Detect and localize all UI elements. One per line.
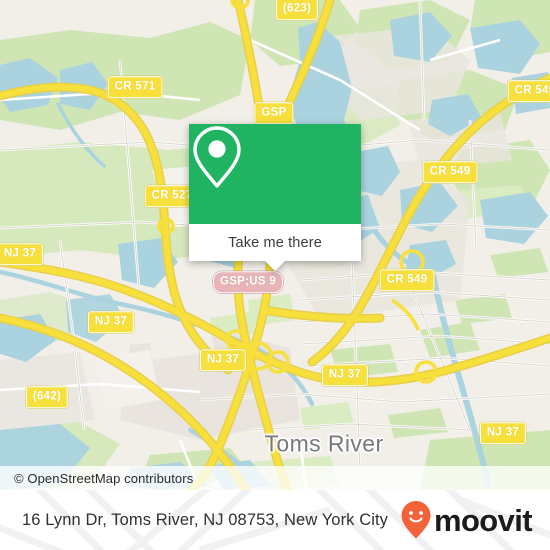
moovit-wordmark: moovit [433,502,533,538]
destination-popup-card[interactable]: Take me there [189,124,361,271]
road-shield-label: NJ 37 [321,364,369,386]
footer-bar: 16 Lynn Dr, Toms River, NJ 08753, New Yo… [0,490,550,550]
footer-content: 16 Lynn Dr, Toms River, NJ 08753, New Yo… [0,490,550,550]
road-shield-label: NJ 37 [0,243,44,265]
popup-action-row[interactable]: Take me there [189,224,361,271]
road-shield-label: (642) [25,386,69,408]
road-shield-label: CR 549 [422,161,478,183]
road-shield-label: (623) [275,0,319,20]
city-label: Toms River [264,430,384,457]
moovit-pin-smile-icon [401,501,431,539]
map-pin-icon [193,126,241,188]
popup-header [189,124,361,224]
osm-attribution-text: © OpenStreetMap contributors [14,470,194,486]
road-shield-label: CR 571 [107,76,163,98]
road-shield-label: GSP [254,102,294,124]
road-shield-label: CR 549 [379,269,435,291]
road-shield-label: NJ 37 [479,422,527,444]
address-label: 16 Lynn Dr, Toms River, NJ 08753, New Yo… [22,510,389,529]
popup-pointer [264,260,286,271]
map-canvas[interactable]: (623)CR 571CR 549GSPCR 549CR 527NJ 37GSP… [0,0,550,490]
road-shield-label: NJ 37 [87,311,135,333]
road-shield-label: NJ 37 [199,349,247,371]
map-screenshot-container: (623)CR 571CR 549GSPCR 549CR 527NJ 37GSP… [0,0,550,550]
road-shield-label: GSP;US 9 [212,271,284,293]
moovit-logo[interactable]: moovit [400,500,533,540]
take-me-there-label: Take me there [228,234,322,251]
road-shield-label: CR 549 [507,80,550,102]
osm-attribution[interactable]: © OpenStreetMap contributors [0,466,550,490]
